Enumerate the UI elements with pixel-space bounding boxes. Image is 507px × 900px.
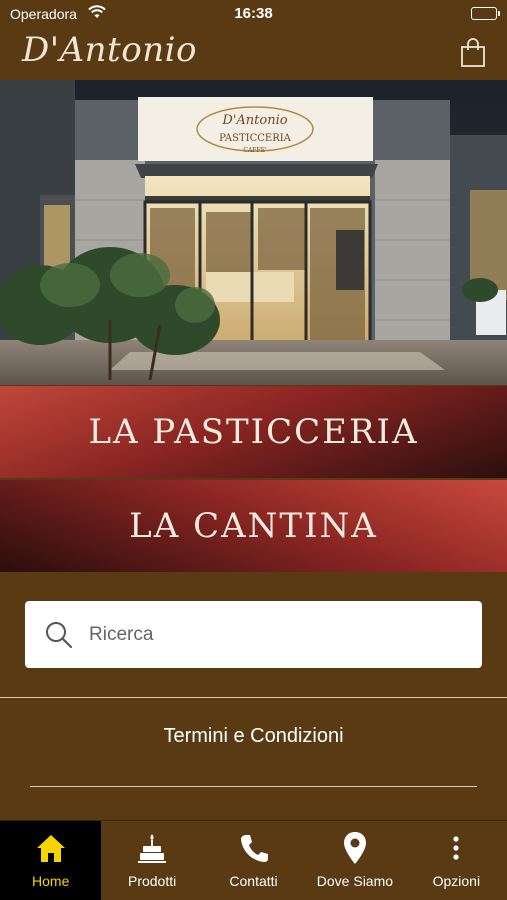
map-pin-icon <box>342 831 368 865</box>
tab-label: Opzioni <box>432 873 481 889</box>
category-label: LA PASTICCERIA <box>88 412 419 452</box>
clock: 16:38 <box>234 5 273 22</box>
phone-icon <box>238 831 270 865</box>
terms-and-conditions-link[interactable]: Termini e Condizioni <box>0 725 507 748</box>
divider <box>0 697 507 698</box>
more-vertical-icon <box>451 831 461 865</box>
category-banner-cantina[interactable]: LA CANTINA <box>0 480 507 572</box>
tab-dove-siamo[interactable]: Dove Siamo <box>304 821 405 900</box>
sign-brand-text: D'Antonio <box>221 113 287 128</box>
brand-logo[interactable]: D'Antonio <box>22 30 197 70</box>
shopping-bag-icon[interactable] <box>459 38 487 68</box>
tab-contatti[interactable]: Contatti <box>203 821 304 900</box>
hero-storefront-image: D'Antonio PASTICCERIA CAFFE' <box>0 80 507 385</box>
tab-home[interactable]: Home <box>0 821 102 900</box>
battery-icon <box>471 7 500 20</box>
tab-label: Home <box>32 873 70 889</box>
tab-label: Dove Siamo <box>316 873 394 889</box>
sign-line-2: CAFFE' <box>243 147 267 154</box>
category-banner-pasticceria[interactable]: LA PASTICCERIA <box>0 386 507 478</box>
sign-line-1: PASTICCERIA <box>219 133 292 144</box>
search-icon <box>45 621 73 649</box>
tab-opzioni[interactable]: Opzioni <box>406 821 507 900</box>
tab-bar: Home Prodotti Contatti Dove Siamo Opzion… <box>0 820 507 900</box>
divider <box>30 786 477 787</box>
app-header: D'Antonio <box>0 30 507 80</box>
category-label: LA CANTINA <box>129 506 378 546</box>
tab-prodotti[interactable]: Prodotti <box>101 821 202 900</box>
tab-label: Contatti <box>229 873 278 889</box>
tab-label: Prodotti <box>127 873 177 889</box>
search-box[interactable] <box>25 601 482 668</box>
status-bar: Operadora 16:38 <box>0 0 507 30</box>
home-icon <box>35 831 67 865</box>
search-input[interactable] <box>87 601 467 668</box>
cake-icon <box>136 831 168 865</box>
